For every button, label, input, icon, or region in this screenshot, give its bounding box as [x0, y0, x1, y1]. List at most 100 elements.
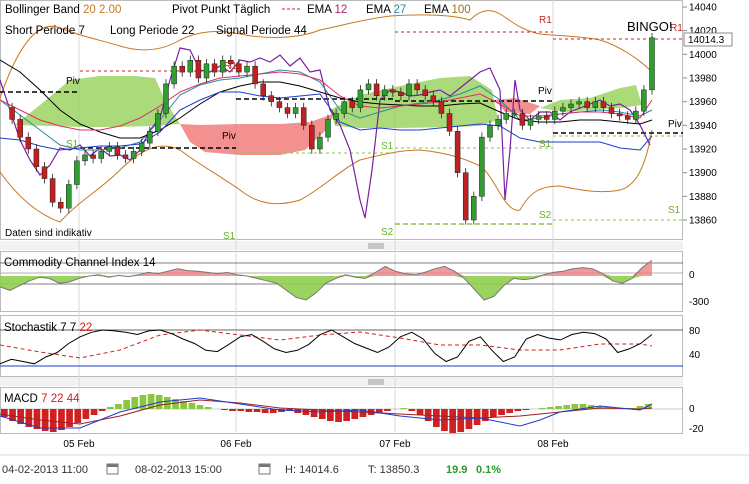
short-period-value: 7	[79, 25, 85, 37]
macd-bar	[253, 409, 261, 412]
s1-label: S1	[668, 205, 681, 216]
macd-bar	[506, 409, 513, 413]
pivot-label: Piv	[668, 119, 682, 130]
macd-bar	[188, 403, 196, 409]
r1-label: R1	[224, 61, 237, 72]
price-tick-label: 13940	[689, 121, 717, 132]
pivot-label: Piv	[66, 76, 80, 87]
candle-body	[552, 110, 558, 120]
candle-body	[252, 65, 258, 85]
candle-body	[471, 196, 477, 221]
svg-text:Short Periode 7: Short Periode 7	[5, 25, 85, 37]
candle-body	[406, 83, 412, 96]
stoch-panel	[0, 315, 683, 377]
candle-body	[155, 113, 161, 132]
candle-body	[106, 146, 113, 152]
macd-bar	[522, 409, 530, 410]
price-tick-label: 14040	[689, 3, 717, 14]
macd-bar	[82, 409, 90, 419]
price-tick-label: 14000	[689, 50, 717, 61]
candle-body	[624, 115, 631, 120]
candle-body	[25, 136, 32, 150]
candle-body	[535, 115, 542, 120]
candle-body	[641, 89, 647, 112]
candle-body	[560, 107, 566, 112]
candle-body	[584, 101, 590, 108]
candle-body	[527, 119, 534, 126]
signal-period-value: 44	[294, 25, 307, 37]
macd-bar	[555, 406, 562, 409]
candle-body	[333, 113, 339, 120]
macd-bar	[164, 397, 171, 409]
candle-body	[195, 60, 202, 79]
macd-bar	[196, 405, 204, 409]
calendar-icon[interactable]	[258, 463, 271, 475]
macd-title: MACD 7 22 44	[4, 393, 80, 405]
candle-body	[244, 65, 250, 73]
candle-body	[309, 125, 315, 150]
candle-body	[357, 89, 364, 108]
macd-bar	[98, 409, 106, 411]
candle-body	[373, 83, 380, 96]
candle-body	[49, 178, 56, 203]
time-tick-label: 07 Feb	[379, 439, 411, 450]
s1-label: S1	[381, 141, 394, 152]
change-percent: 0.1%	[476, 464, 501, 476]
macd-tick: -20	[689, 424, 704, 435]
candle-body	[649, 37, 655, 91]
macd-bar	[416, 409, 424, 415]
svg-text:H: 14014.6: H: 14014.6	[285, 464, 339, 476]
s2-label: S2	[381, 227, 394, 238]
candle-body	[276, 101, 283, 108]
candle-body	[90, 154, 96, 159]
start-date[interactable]: 04-02-2013 11:00	[2, 464, 88, 476]
current-price-tag: 14014.3	[683, 32, 733, 47]
macd-bar	[237, 409, 245, 411]
time-tick-label: 08 Feb	[537, 439, 569, 450]
end-date[interactable]: 08-02-2013 15:00	[135, 464, 222, 476]
candle-body	[292, 107, 299, 114]
macd-bar	[58, 409, 65, 430]
long-period-label: Long Periode	[110, 25, 178, 37]
svg-text:EMA 12: EMA 12	[307, 4, 347, 16]
svg-text:T: 13850.3: T: 13850.3	[368, 464, 419, 476]
calendar-icon[interactable]	[106, 463, 119, 475]
s2-label: S2	[539, 210, 552, 221]
current-price-label: 14014.3	[688, 35, 725, 46]
pivot-label: Piv	[222, 131, 236, 142]
candle-body	[341, 101, 347, 114]
macd-bar	[384, 409, 391, 411]
candle-body	[114, 146, 121, 156]
macd-bar	[66, 409, 73, 427]
candle-body	[300, 107, 307, 126]
time-tick-label: 06 Feb	[220, 439, 252, 450]
long-period-value: 22	[182, 25, 195, 37]
macd-bar	[204, 407, 212, 409]
candle-body	[147, 131, 153, 144]
candle-body	[446, 113, 453, 132]
ema-label: EMA	[307, 4, 332, 16]
candle-body	[616, 113, 623, 117]
panel-resize-handle[interactable]	[0, 377, 683, 386]
trading-chart: Piv Piv Piv Piv R1 R1 R1 S1 S1 S1 S1 S1 …	[0, 0, 749, 476]
candle-body	[138, 142, 145, 152]
candle-body	[33, 148, 40, 167]
svg-text:Bollinger Band 20 2.00: Bollinger Band 20 2.00	[5, 4, 121, 16]
cci-title: Commodity Channel Index 14	[4, 257, 156, 269]
indicative-note: Daten sind indikativ	[5, 228, 92, 239]
macd-bar	[514, 409, 522, 411]
candle-body	[66, 184, 72, 209]
candle-body	[568, 103, 574, 108]
macd-bar	[457, 409, 465, 432]
macd-bar	[571, 404, 579, 409]
candle-body	[9, 107, 15, 120]
macd-bar	[245, 409, 253, 412]
candle-body	[422, 89, 428, 97]
macd-bar	[123, 400, 130, 409]
pivot-period: Täglich	[233, 4, 270, 16]
candle-body	[41, 166, 48, 179]
candle-body	[349, 101, 356, 108]
ema12-value: 12	[335, 4, 348, 16]
candle-body	[592, 101, 599, 108]
panel-resize-handle[interactable]	[0, 241, 683, 250]
